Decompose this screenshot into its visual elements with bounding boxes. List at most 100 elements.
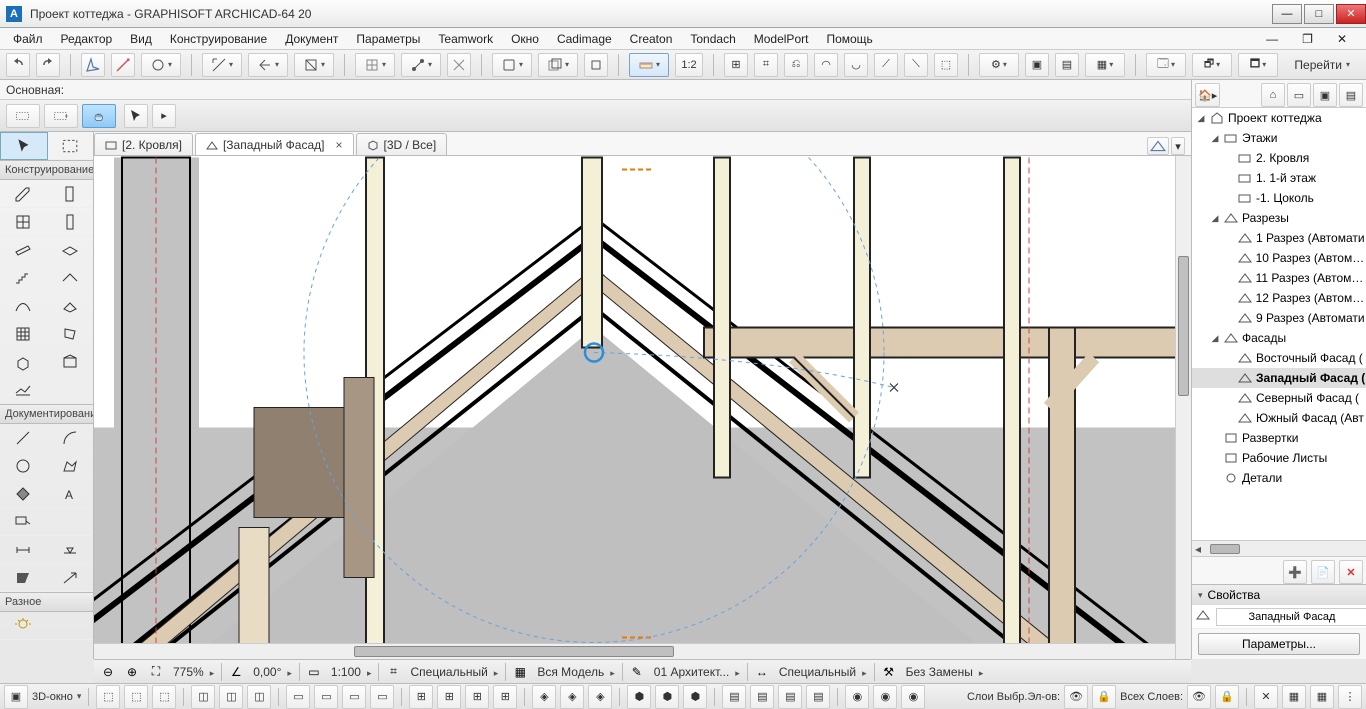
menu-teamwork[interactable]: Teamwork	[429, 29, 502, 49]
section-more[interactable]: Разное	[0, 592, 93, 612]
fill-tool[interactable]	[0, 480, 47, 508]
d5[interactable]: ◫	[219, 685, 243, 709]
drawing-canvas[interactable]	[94, 156, 1191, 659]
view-icon[interactable]: ▣	[4, 685, 28, 709]
tab-elevation[interactable]: [Западный Фасад]×	[195, 133, 354, 155]
elev-tool[interactable]	[47, 564, 94, 592]
wall-tool[interactable]	[0, 180, 47, 208]
d6[interactable]: ◫	[247, 685, 271, 709]
d3[interactable]: ⬚	[152, 685, 176, 709]
tool-b[interactable]: ⌗	[754, 53, 778, 77]
view-a[interactable]: 🗔	[1146, 53, 1186, 77]
poly-tool[interactable]	[47, 452, 94, 480]
d21[interactable]: ▤	[722, 685, 746, 709]
tool-g[interactable]: ⟍	[904, 53, 928, 77]
zoom-fit-icon[interactable]: ⛶	[146, 662, 166, 682]
d20[interactable]: ⬢	[683, 685, 707, 709]
lamp-tool[interactable]	[0, 612, 47, 640]
d18[interactable]: ⬢	[627, 685, 651, 709]
arc-tool[interactable]	[47, 424, 94, 452]
ruler-button[interactable]	[629, 53, 669, 77]
dim-tool[interactable]	[0, 536, 47, 564]
vertical-scrollbar[interactable]	[1175, 156, 1191, 659]
menu-cadimage[interactable]: Cadimage	[548, 29, 621, 49]
arrow-tool[interactable]	[0, 132, 48, 160]
snap-button[interactable]	[248, 53, 288, 77]
d11[interactable]: ⊞	[409, 685, 433, 709]
opts-button[interactable]: ⚙	[979, 53, 1019, 77]
stair-tool[interactable]	[0, 264, 47, 292]
view-c[interactable]: 🗖	[1238, 53, 1278, 77]
nav-hscroll[interactable]: ◂	[1192, 540, 1366, 556]
reno-field[interactable]: Без Замены	[903, 665, 987, 679]
reno-icon[interactable]: ⚒	[879, 662, 899, 682]
delete-view-icon[interactable]: ✕	[1339, 560, 1363, 584]
elem-snap-button[interactable]	[401, 53, 441, 77]
skylight-tool[interactable]	[47, 292, 94, 320]
e3[interactable]: ▦	[1310, 685, 1334, 709]
d22[interactable]: ▤	[750, 685, 774, 709]
tab-menu[interactable]: ▾	[1171, 137, 1185, 155]
menu-help[interactable]: Помощь	[817, 29, 881, 49]
tool-j[interactable]: ▤	[1055, 53, 1079, 77]
menu-window[interactable]: Окно	[502, 29, 548, 49]
label-tool[interactable]	[0, 508, 47, 536]
d9[interactable]: ▭	[342, 685, 366, 709]
object-tool[interactable]	[0, 348, 47, 376]
d8[interactable]: ▭	[314, 685, 338, 709]
menu-file[interactable]: Файл	[4, 29, 52, 49]
tab-floor[interactable]: [2. Кровля]	[94, 133, 193, 155]
stories-group[interactable]: Этажи	[1242, 131, 1277, 145]
menu-modelport[interactable]: ModelPort	[745, 29, 818, 49]
arrow-mode-button[interactable]	[124, 104, 148, 128]
zone-tool[interactable]	[47, 348, 94, 376]
tool-f[interactable]: ⟋	[874, 53, 898, 77]
menu-options[interactable]: Параметры	[347, 29, 429, 49]
e1[interactable]: ✕	[1254, 685, 1278, 709]
tool-h[interactable]: ⬚	[934, 53, 958, 77]
tab-3d[interactable]: [3D / Все]	[356, 133, 448, 155]
level-tool[interactable]	[47, 536, 94, 564]
minimize-button[interactable]: —	[1272, 4, 1302, 24]
window-tool[interactable]	[0, 208, 47, 236]
undo-button[interactable]	[6, 53, 30, 77]
mesh-tool[interactable]	[0, 376, 47, 404]
doc-restore[interactable]: ❐	[1293, 29, 1322, 49]
d10[interactable]: ▭	[370, 685, 394, 709]
beam-tool[interactable]	[0, 236, 47, 264]
props-settings-button[interactable]: Параметры...	[1198, 633, 1360, 655]
maximize-button[interactable]: □	[1304, 4, 1334, 24]
model-field[interactable]: Вся Модель	[534, 665, 617, 679]
favorites-button[interactable]	[492, 53, 532, 77]
elevations-group[interactable]: Фасады	[1242, 331, 1286, 345]
tool1[interactable]	[584, 53, 608, 77]
close-button[interactable]: ✕	[1336, 4, 1366, 24]
doc-close[interactable]: ✕	[1328, 29, 1356, 49]
model-icon[interactable]: ▦	[510, 662, 530, 682]
horizontal-scrollbar[interactable]	[94, 643, 1175, 659]
tool-c[interactable]: ⎌	[784, 53, 808, 77]
grid-snap-button[interactable]	[355, 53, 395, 77]
zoom-in-icon[interactable]: ⊕	[122, 662, 142, 682]
tool-i[interactable]: ▣	[1025, 53, 1049, 77]
menu-edit[interactable]: Редактор	[52, 29, 122, 49]
menu-tondach[interactable]: Tondach	[681, 29, 744, 49]
sel-vis[interactable]: 👁	[1064, 685, 1088, 709]
d26[interactable]: ◉	[873, 685, 897, 709]
door-tool[interactable]	[47, 180, 94, 208]
marquee-tool[interactable]	[48, 132, 94, 160]
section-design[interactable]: Конструирование	[0, 160, 93, 180]
d17[interactable]: ◈	[588, 685, 612, 709]
d2[interactable]: ⬚	[124, 685, 148, 709]
d15[interactable]: ◈	[532, 685, 556, 709]
pan-button[interactable]	[82, 104, 116, 128]
nav-layout-icon[interactable]: ▭	[1287, 83, 1311, 107]
view-name[interactable]: 3D-окно	[32, 691, 73, 703]
project-root[interactable]: Проект коттеджа	[1228, 111, 1322, 125]
tool-k[interactable]: ▦	[1085, 53, 1125, 77]
arrow-opts-button[interactable]: ▸	[152, 104, 176, 128]
scale-field[interactable]: 1:100	[328, 665, 375, 679]
d4[interactable]: ◫	[191, 685, 215, 709]
tool-e[interactable]: ◡	[844, 53, 868, 77]
trace-button[interactable]	[538, 53, 578, 77]
